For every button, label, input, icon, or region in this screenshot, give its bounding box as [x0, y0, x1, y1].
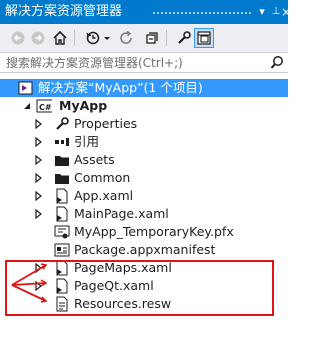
expanded-arrow-icon[interactable]: [22, 101, 32, 111]
back-arrow-icon: [11, 31, 25, 45]
project-label: MyApp: [59, 98, 108, 113]
search-input[interactable]: 搜索解决方案资源管理器(Ctrl+;): [6, 54, 183, 72]
annotation-arrows: [11, 263, 48, 303]
toolbar-separator: [166, 30, 167, 46]
home-icon: [53, 30, 67, 45]
tree-item-label: Common: [74, 170, 131, 185]
close-icon[interactable]: ×: [281, 4, 291, 20]
collapsed-arrow-icon[interactable]: [34, 155, 44, 165]
tree-row-properties[interactable]: Properties: [0, 115, 288, 133]
properties-button[interactable]: [174, 28, 194, 48]
tree-item-label: 引用: [74, 134, 100, 149]
preview-icon: [197, 31, 211, 45]
references-icon: [55, 138, 69, 146]
tree-row-assets[interactable]: Assets: [0, 151, 288, 169]
tree-row-common[interactable]: Common: [0, 169, 288, 187]
tree-item-label: App.xaml: [74, 188, 134, 203]
wrench-icon: [56, 117, 69, 130]
collapsed-arrow-icon[interactable]: [34, 137, 44, 147]
wrench-icon: [178, 31, 191, 44]
solution-label: 解决方案“MyApp”(1 个项目): [38, 80, 203, 95]
collapse-all-icon: [146, 32, 158, 44]
sync-button[interactable]: [84, 28, 104, 48]
tree-row-references[interactable]: 引用: [0, 133, 288, 151]
tree-row-temporary-key[interactable]: MyApp_TemporaryKey.pfx: [0, 223, 288, 241]
xaml-file-icon: [56, 206, 68, 222]
tree-row-project[interactable]: C# MyApp: [0, 97, 288, 115]
certificate-icon: [54, 225, 70, 239]
refresh-icon: [120, 30, 132, 44]
clock-icon: [86, 31, 100, 45]
search-box[interactable]: 搜索解决方案资源管理器(Ctrl+;): [0, 52, 288, 73]
chevron-down-icon: [104, 37, 110, 40]
svg-text:C#: C#: [39, 103, 52, 112]
collapsed-arrow-icon[interactable]: [34, 191, 44, 201]
tree-row-mainpage-xaml[interactable]: MainPage.xaml: [0, 205, 288, 223]
collapse-all-button[interactable]: [142, 28, 162, 48]
refresh-button[interactable]: [116, 28, 136, 48]
solution-icon: [18, 81, 33, 95]
panel-title-bar: 解决方案资源管理器 ▾ ⊥ ×: [0, 0, 291, 24]
forward-arrow-icon: [31, 31, 45, 45]
sync-dropdown[interactable]: [102, 28, 112, 48]
search-icon[interactable]: [270, 55, 284, 70]
tree-row-solution[interactable]: 解决方案“MyApp”(1 个项目): [0, 79, 288, 97]
preview-selected-items-button[interactable]: [194, 28, 214, 48]
tree-row-app-xaml[interactable]: App.xaml: [0, 187, 288, 205]
forward-button[interactable]: [28, 28, 48, 48]
collapsed-arrow-icon[interactable]: [34, 173, 44, 183]
folder-icon: [55, 156, 69, 166]
tree-item-label: MyApp_TemporaryKey.pfx: [74, 224, 234, 239]
home-button[interactable]: [50, 28, 70, 48]
tree-item-label: Properties: [74, 116, 138, 131]
tree-item-label: Package.appxmanifest: [74, 242, 216, 257]
panel-title: 解决方案资源管理器: [5, 4, 123, 19]
folder-icon: [55, 174, 69, 184]
toolbar: [0, 24, 288, 52]
tree-item-label: MainPage.xaml: [74, 206, 169, 221]
back-button[interactable]: [8, 28, 28, 48]
csharp-project-icon: C#: [36, 99, 52, 113]
collapsed-arrow-icon[interactable]: [34, 119, 44, 129]
toolbar-separator: [74, 30, 75, 46]
xaml-file-icon: [56, 188, 68, 204]
tree-item-label: Assets: [74, 152, 115, 167]
collapsed-arrow-icon[interactable]: [34, 209, 44, 219]
drag-grip[interactable]: [152, 11, 252, 16]
